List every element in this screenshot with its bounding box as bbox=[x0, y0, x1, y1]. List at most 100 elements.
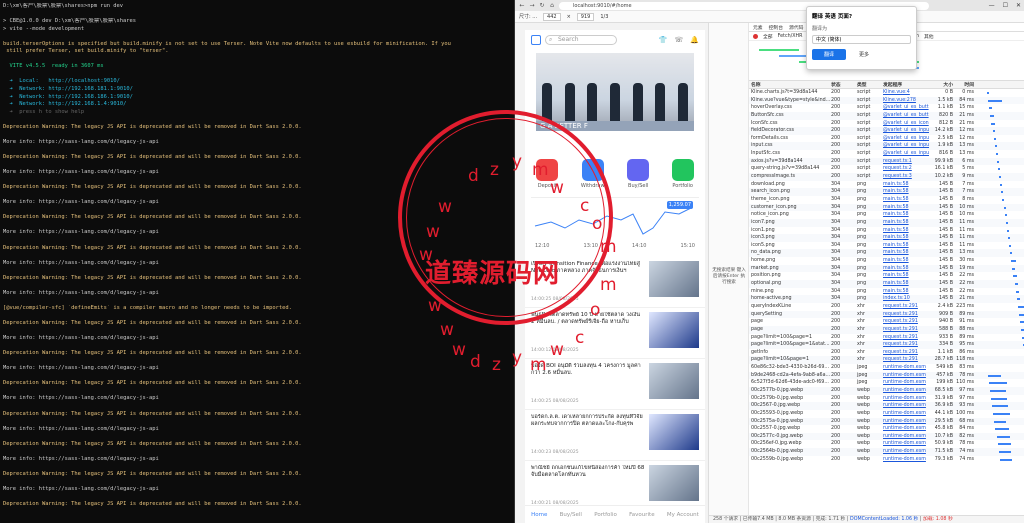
network-row[interactable]: page 200 xhr request.ts:291 588 B 88 ms bbox=[749, 325, 1024, 334]
network-row[interactable]: 00c2577b-0.jpg.webp 200 webp runtime-dom.es… bbox=[749, 386, 1024, 395]
network-row[interactable]: b9de2468-cd2a-4efa-9ab8-a6a... 200 jpeg run… bbox=[749, 371, 1024, 380]
network-row[interactable]: home.png 304 png main.ts:58 145 B 30 ms bbox=[749, 257, 1024, 265]
hero-banner[interactable]: G A BETTER F bbox=[536, 53, 694, 131]
network-row[interactable]: input.css 200 script @varlet_ui_es_inpu 1.9 … bbox=[749, 142, 1024, 151]
network-row[interactable]: page?limit=100&page=1&stat... 200 xhr reque… bbox=[749, 341, 1024, 349]
network-cell: png bbox=[857, 227, 867, 233]
back-icon[interactable]: ← bbox=[519, 2, 525, 9]
network-row[interactable]: 00c2567-0.jpg.webp 200 webp runtime-dom.esm… bbox=[749, 402, 1024, 410]
network-row[interactable]: getInfo 200 xhr request.ts:291 1.1 kB 86 ms bbox=[749, 349, 1024, 357]
forward-icon[interactable]: → bbox=[529, 2, 535, 9]
network-row[interactable]: axios.js?v=39d8a144 200 script request.ts:1… bbox=[749, 157, 1024, 166]
network-row[interactable]: 00c256ef-0.jpg.webp 200 webp runtime-dom.es… bbox=[749, 440, 1024, 448]
reload-icon[interactable]: ↻ bbox=[539, 2, 545, 9]
network-row[interactable]: page?limit=100&page=1 200 xhr request.ts:29… bbox=[749, 334, 1024, 342]
network-row[interactable]: home-active.png 304 png index.ts:10 145 B 21 … bbox=[749, 295, 1024, 303]
network-row[interactable]: icon7.png 304 png main.ts:58 145 B 11 ms bbox=[749, 218, 1024, 227]
network-row[interactable]: icon1.png 304 png main.ts:58 145 B 11 ms bbox=[749, 227, 1024, 235]
translate-language-select[interactable]: 中文 (简体) bbox=[812, 35, 911, 44]
network-column-header[interactable]: 名称 bbox=[749, 81, 831, 88]
network-row[interactable]: optional.png 304 png main.ts:58 145 B 22 ms bbox=[749, 280, 1024, 288]
width-field[interactable]: 442 bbox=[543, 12, 561, 21]
network-row[interactable]: hoverOverlay.css 200 script @varlet_ui_es_b… bbox=[749, 104, 1024, 112]
translate-more-button[interactable]: 更多 bbox=[851, 49, 877, 60]
network-row[interactable]: InputSfc.css 200 script @varlet_ui_es_inpu 8… bbox=[749, 150, 1024, 158]
waterfall-header bbox=[977, 81, 1024, 88]
height-field[interactable]: 919 bbox=[576, 12, 595, 21]
status-dcl: DOMContentLoaded: 1.06 秒 bbox=[850, 517, 919, 522]
news-item[interactable]: พันธมิตรตลาดทรัพย์ 10 ปี ยายใช้ตลาด วงเง… bbox=[525, 308, 705, 359]
quick-action-buy-sell[interactable]: Buy/Sell bbox=[627, 159, 650, 189]
network-row[interactable]: position.png 304 png main.ts:58 145 B 22 ms bbox=[749, 272, 1024, 280]
devtools-tab[interactable]: 控制台 bbox=[769, 24, 783, 31]
devtools-tab[interactable]: 源代码 bbox=[789, 24, 803, 31]
network-row[interactable]: 00c2559b-0.jpg.webp 200 webp runtime-dom.es… bbox=[749, 456, 1024, 464]
network-row[interactable]: customer_icon.png 304 png main.ts:58 145 B 10… bbox=[749, 203, 1024, 212]
network-row[interactable]: theme_icon.png 304 png main.ts:58 145 B 8 ms bbox=[749, 196, 1024, 204]
network-row[interactable]: mine.png 304 png main.ts:58 145 B 22 ms bbox=[749, 288, 1024, 296]
network-row[interactable]: fieldDecorator.css 200 script @varlet_ui_es… bbox=[749, 127, 1024, 135]
translate-button[interactable]: 翻译 bbox=[812, 49, 847, 60]
network-row[interactable]: download.png 304 png main.ts:58 145 B 7 ms bbox=[749, 181, 1024, 189]
network-row[interactable]: ButtonSfc.css 200 script @varlet_ui_es_butt… bbox=[749, 111, 1024, 120]
quick-action-portfolio[interactable]: Portfolio bbox=[671, 159, 694, 189]
network-filter[interactable]: 全部 bbox=[763, 33, 773, 40]
network-row[interactable]: 00c2575a-0.jpg.webp 200 webp runtime-dom.es… bbox=[749, 417, 1024, 426]
network-column-header[interactable]: 状态 bbox=[831, 81, 857, 88]
bottom-nav-buy-sell[interactable]: Buy/Sell bbox=[560, 512, 582, 518]
quick-action-deposit[interactable]: Deposit bbox=[536, 159, 559, 189]
network-row[interactable]: querySetting 200 xhr request.ts:291 909 B 89 … bbox=[749, 310, 1024, 319]
network-row[interactable]: IconSfc.css 200 script @varlet_ui_es_icon 81… bbox=[749, 120, 1024, 128]
devtools-tab[interactable]: 元素 bbox=[753, 24, 763, 31]
news-item[interactable]: เปิดตัว Transition Finance เพื่อแรงงานไท… bbox=[525, 257, 705, 308]
network-row[interactable]: 00c2557-0.jpg.webp 200 webp runtime-dom.esm… bbox=[749, 425, 1024, 433]
network-row[interactable]: 6c527f3d-62d6-43de-adc0-f69... 200 jpeg run… bbox=[749, 379, 1024, 387]
network-column-header[interactable]: 发起程序 bbox=[883, 81, 929, 88]
close-icon[interactable]: ✕ bbox=[1016, 2, 1021, 9]
network-row[interactable]: market.png 304 png main.ts:58 145 B 19 ms bbox=[749, 264, 1024, 273]
customer-service-icon[interactable]: ☏ bbox=[675, 36, 684, 44]
network-row[interactable]: 00c2577c-0.jpg.webp 200 webp runtime-dom.es… bbox=[749, 432, 1024, 441]
network-row[interactable]: notice_icon.png 304 png main.ts:58 145 B 10 m… bbox=[749, 211, 1024, 219]
network-row[interactable]: icon5.png 304 png main.ts:58 145 B 11 ms bbox=[749, 242, 1024, 250]
bottom-nav-portfolio[interactable]: Portfolio bbox=[594, 512, 617, 518]
network-row[interactable]: no_data.png 304 png main.ts:58 145 B 13 ms bbox=[749, 249, 1024, 258]
network-row[interactable]: page 200 xhr request.ts:291 940 B 91 ms bbox=[749, 318, 1024, 326]
network-row[interactable]: queryIndexKLine 200 xhr request.ts:291 2.4 k… bbox=[749, 303, 1024, 311]
network-row[interactable]: search_icon.png 304 png main.ts:58 145 B 7 ms bbox=[749, 188, 1024, 196]
network-cell: runtime-dom.esm bbox=[883, 449, 926, 455]
network-row[interactable]: query-string.js?v=39d8a144 200 script reque… bbox=[749, 165, 1024, 173]
zoom-select[interactable]: 1/3 bbox=[600, 14, 608, 20]
network-row[interactable]: 00c25593-0.jpg.webp 200 webp runtime-dom.es… bbox=[749, 410, 1024, 418]
record-icon[interactable] bbox=[753, 33, 758, 39]
network-row[interactable]: icon3.png 304 png main.ts:58 145 B 11 ms bbox=[749, 234, 1024, 242]
network-column-header[interactable]: 时间 bbox=[953, 81, 977, 88]
index-chart[interactable]: 1,259.07 12:10 13:10 14:10 15:10 bbox=[531, 197, 699, 249]
notification-bell-icon[interactable]: 🔔 bbox=[690, 36, 699, 44]
bottom-nav-my-account[interactable]: My Account bbox=[667, 512, 699, 518]
theme-icon[interactable]: 👕 bbox=[659, 36, 668, 44]
network-row[interactable]: Kline.vue?vue&type=style&ind... 200 script… bbox=[749, 96, 1024, 105]
bottom-nav-favourite[interactable]: Favourite bbox=[629, 512, 654, 518]
network-column-header[interactable]: 类型 bbox=[857, 81, 883, 88]
maximize-icon[interactable]: ☐ bbox=[1003, 2, 1008, 9]
minimize-icon[interactable]: — bbox=[989, 2, 995, 9]
search-input[interactable]: ⌕ Search bbox=[545, 35, 617, 45]
network-row[interactable]: compressImage.ts 200 script request.ts:3 10.… bbox=[749, 173, 1024, 181]
network-filter[interactable]: Fetch/XHR bbox=[778, 34, 803, 39]
network-row[interactable]: formDetails.css 200 script @varlet_ui_es_in… bbox=[749, 135, 1024, 143]
network-row[interactable]: 00c2564b-0.jpg.webp 200 webp runtime-dom.es… bbox=[749, 448, 1024, 456]
network-row[interactable]: page?limit=10&page=1 200 xhr request.ts:291… bbox=[749, 356, 1024, 365]
home-icon[interactable]: ⌂ bbox=[549, 2, 555, 9]
news-item[interactable]: บอร์ดก.ล.ต. เดาเหลายกการประกัด ลงทุนที่ว… bbox=[525, 410, 705, 461]
network-filter[interactable]: 其他 bbox=[924, 33, 934, 40]
quick-action-withdraw[interactable]: Withdraw bbox=[581, 159, 605, 189]
bottom-nav-home[interactable]: Home bbox=[531, 512, 547, 518]
network-column-header[interactable]: 大小 bbox=[929, 81, 953, 88]
network-row[interactable]: Kline.charts.js?t=39d8a144 200 script Kline… bbox=[749, 89, 1024, 97]
news-item[interactable]: บอร์ด BOI อนุมัติ ร่วมลงทุน 4 โครงการ มู… bbox=[525, 359, 705, 410]
device-select[interactable]: 尺寸: ... bbox=[519, 13, 537, 20]
network-row[interactable]: 00c2579b-0.jpg.webp 200 webp runtime-dom.es… bbox=[749, 395, 1024, 403]
network-row[interactable]: 60e86c32-bde3-4330-b26d-69... 200 jpeg runt… bbox=[749, 364, 1024, 372]
